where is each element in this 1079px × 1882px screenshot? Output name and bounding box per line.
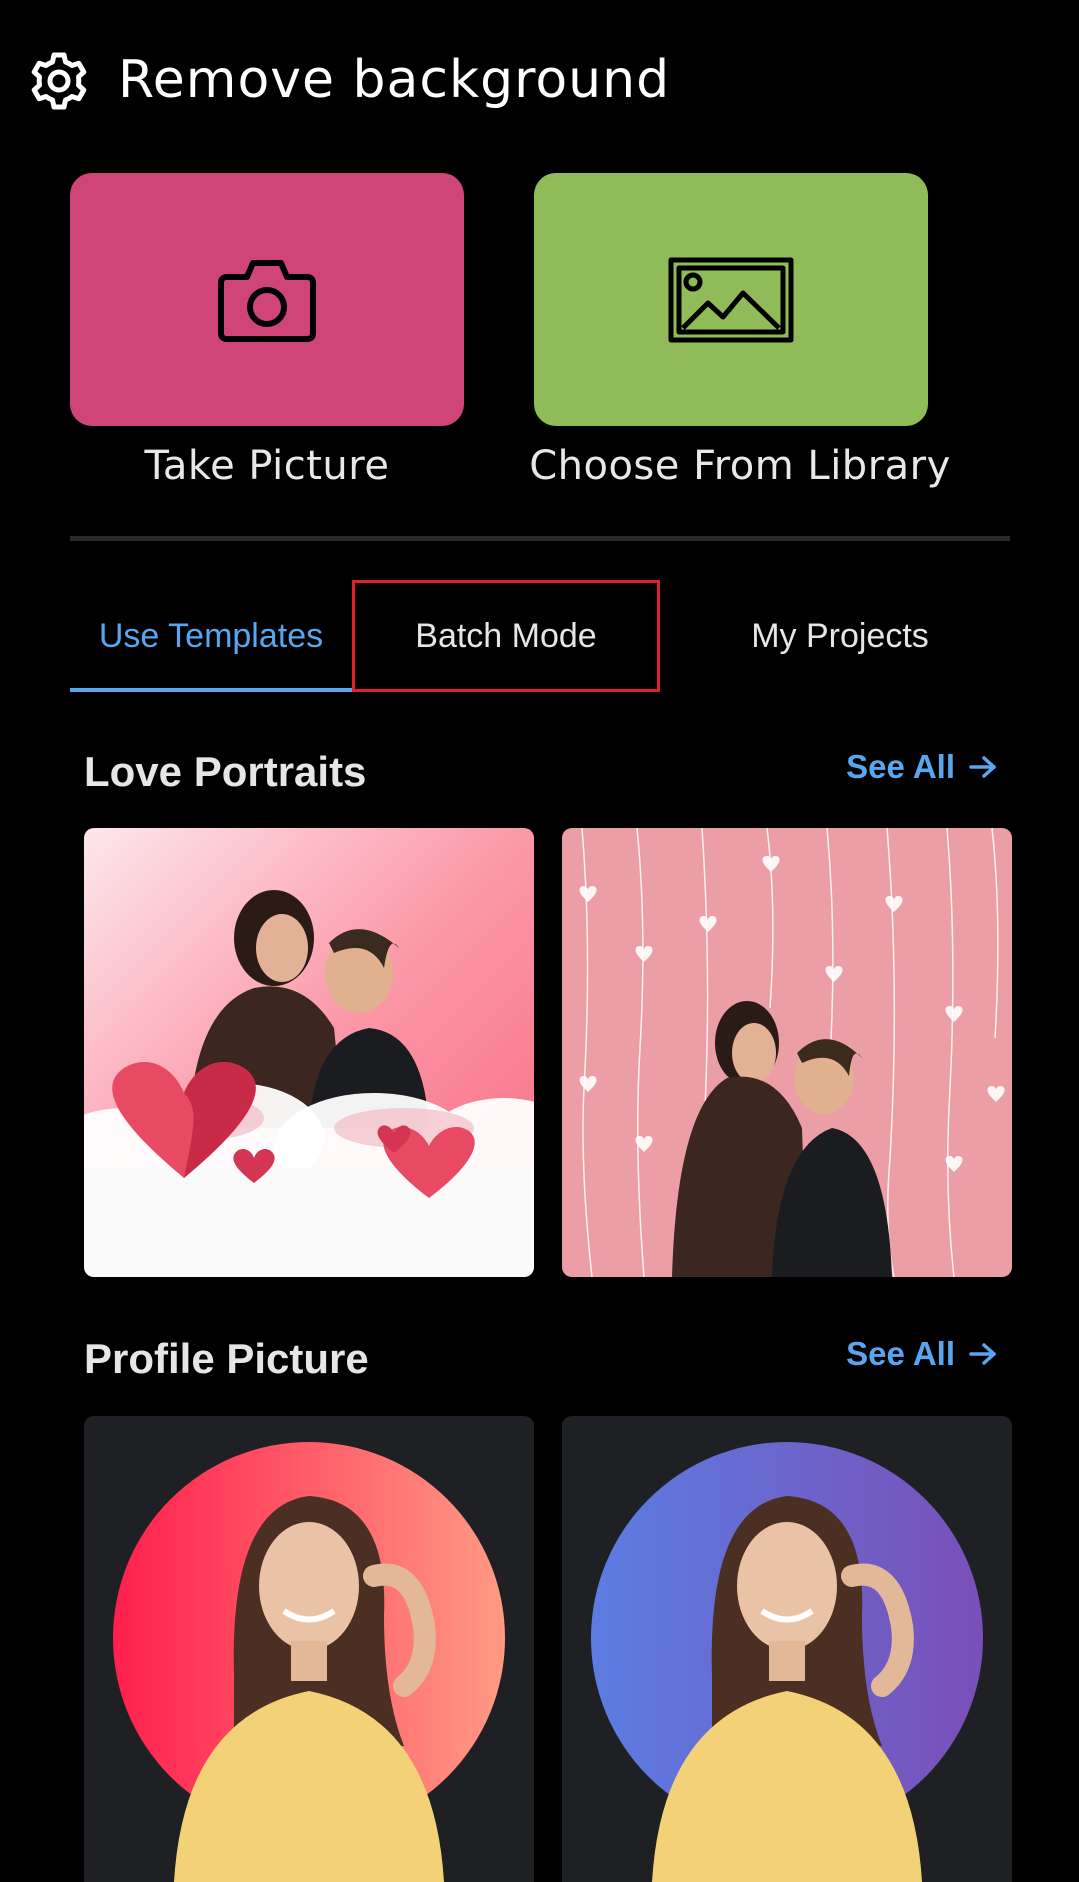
tab-use-templates[interactable]: Use Templates bbox=[70, 580, 352, 692]
template-profile-1[interactable] bbox=[84, 1416, 534, 1882]
image-icon bbox=[668, 257, 794, 342]
tab-batch-mode[interactable]: Batch Mode bbox=[352, 580, 660, 692]
tab-label: Use Templates bbox=[98, 616, 324, 655]
template-love-portrait-1[interactable] bbox=[84, 828, 534, 1277]
see-all-label: See All bbox=[846, 1335, 955, 1372]
settings-button[interactable] bbox=[28, 50, 90, 112]
tab-label: Batch Mode bbox=[415, 616, 597, 655]
app-header: Remove background bbox=[0, 0, 1079, 160]
template-love-portrait-2[interactable] bbox=[562, 828, 1012, 1277]
arrow-right-icon bbox=[969, 1343, 996, 1365]
see-all-label: See All bbox=[846, 748, 955, 785]
gear-icon bbox=[31, 52, 87, 110]
see-all-profile-picture-link[interactable]: See All bbox=[846, 1335, 997, 1373]
section-title-love-portraits: Love Portraits bbox=[84, 748, 367, 795]
active-tab-indicator bbox=[70, 688, 352, 692]
arrow-right-icon bbox=[969, 756, 996, 778]
section-title-profile-picture: Profile Picture bbox=[84, 1335, 369, 1382]
camera-icon bbox=[218, 259, 316, 342]
page-title: Remove background bbox=[118, 50, 671, 110]
template-profile-2[interactable] bbox=[562, 1416, 1012, 1882]
take-picture-label: Take Picture bbox=[144, 443, 390, 489]
choose-library-button[interactable] bbox=[534, 173, 928, 426]
take-picture-button[interactable] bbox=[70, 173, 464, 426]
see-all-love-portraits-link[interactable]: See All bbox=[846, 748, 997, 786]
tab-label: My Projects bbox=[751, 616, 929, 655]
divider bbox=[70, 536, 1010, 541]
tab-bar: Use Templates Batch Mode My Projects bbox=[70, 580, 1010, 692]
choose-library-label: Choose From Library bbox=[529, 443, 951, 489]
tab-my-projects[interactable]: My Projects bbox=[690, 580, 990, 692]
